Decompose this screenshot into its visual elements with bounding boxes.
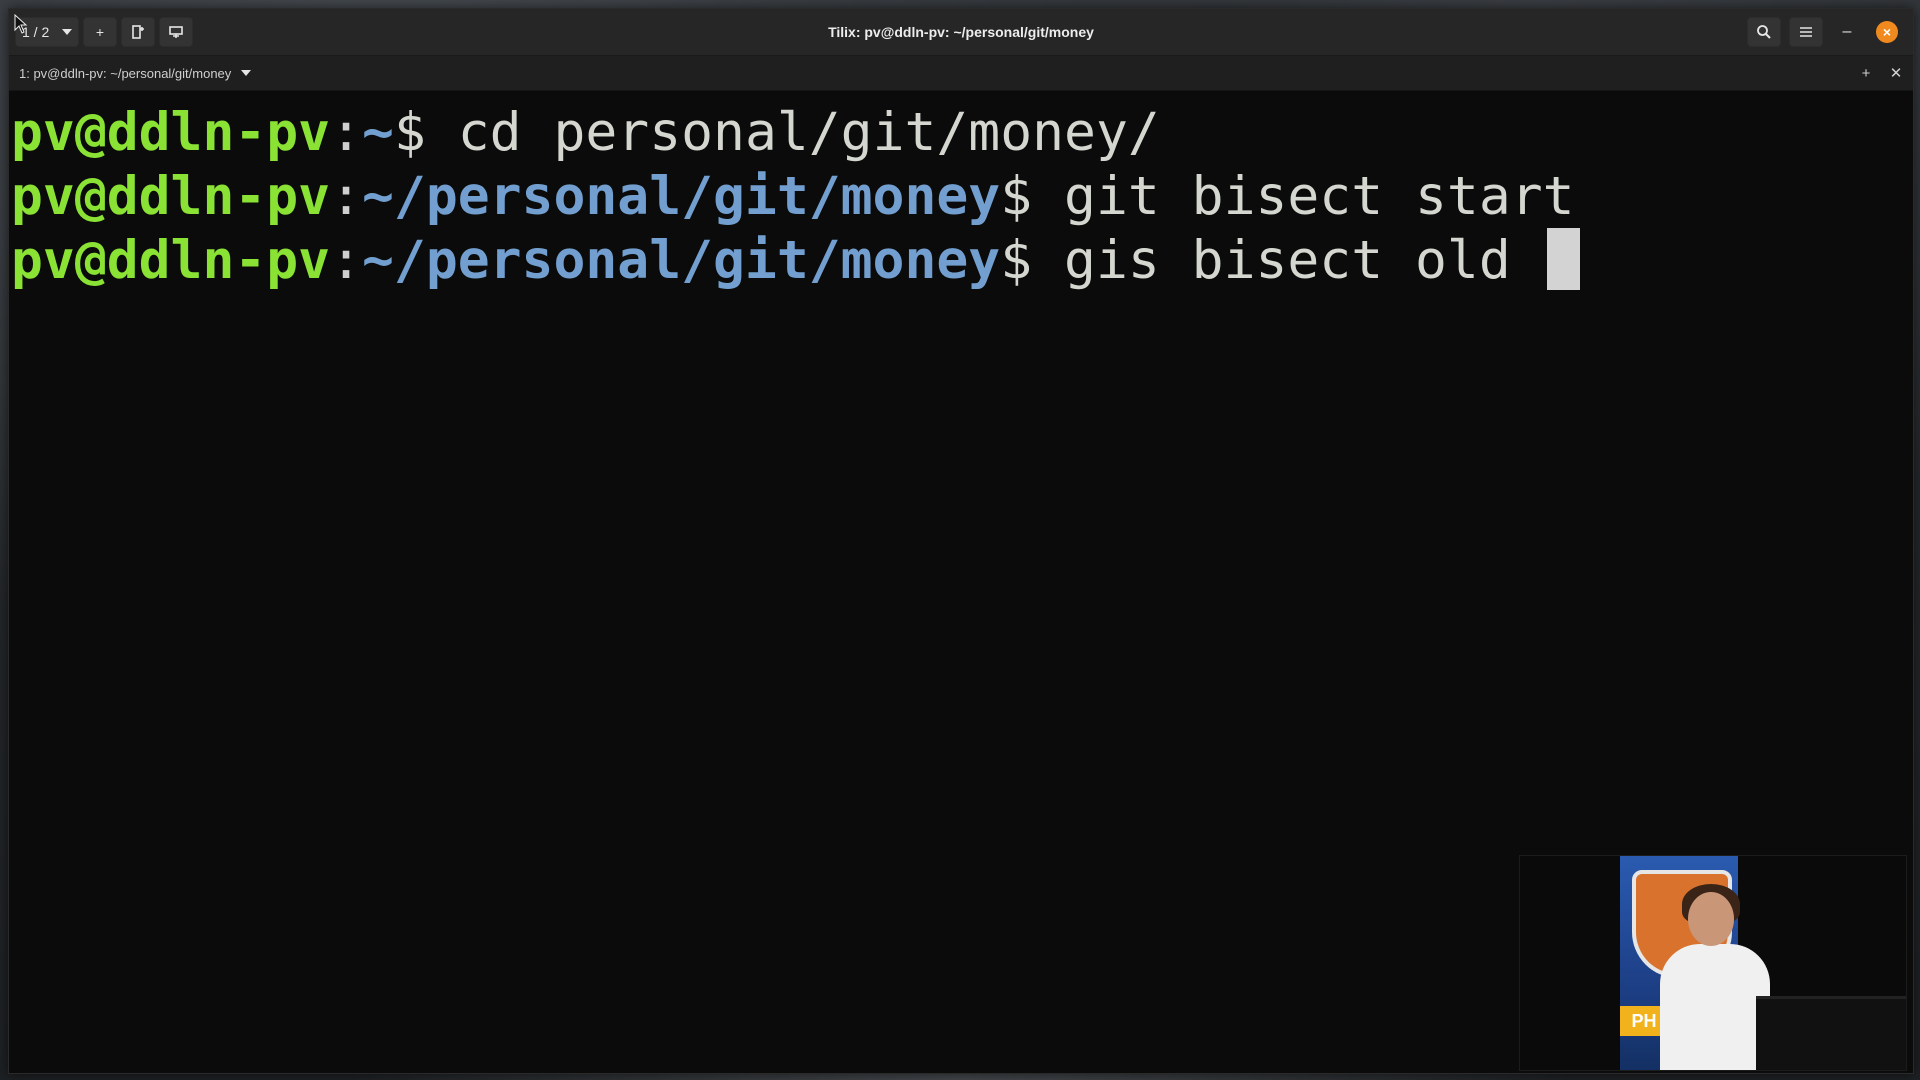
prompt-user: pv@ddln-pv xyxy=(11,166,331,227)
podium xyxy=(1756,996,1906,1070)
prompt-separator: : xyxy=(330,230,363,291)
command-text: git bisect start xyxy=(1064,166,1575,227)
command-text: gis bisect old xyxy=(1064,230,1543,291)
split-down-icon xyxy=(169,26,183,38)
title-bar: 1 / 2 + Tilix: pv@ddln-pv: ~/personal/gi… xyxy=(9,9,1913,56)
terminal-line: pv@ddln-pv:~/personal/git/money$ git bis… xyxy=(11,165,1913,229)
split-right-icon xyxy=(132,25,144,39)
search-icon xyxy=(1757,25,1771,39)
prompt-user: pv@ddln-pv xyxy=(11,102,331,163)
prompt-separator: : xyxy=(330,102,363,163)
prompt-path: ~ xyxy=(362,102,394,163)
plus-icon: + xyxy=(1861,64,1871,82)
close-window-button[interactable]: × xyxy=(1871,17,1903,47)
terminal-line: pv@ddln-pv:~$ cd personal/git/money/ xyxy=(11,101,1913,165)
maximize-terminal-button[interactable]: + xyxy=(1857,65,1875,82)
plus-icon: + xyxy=(95,24,105,40)
speaker-head xyxy=(1688,892,1734,946)
text-cursor xyxy=(1546,228,1580,291)
title-bar-left-controls: 1 / 2 + xyxy=(15,17,193,47)
prompt-path: ~/personal/git/money xyxy=(362,230,1001,291)
search-button[interactable] xyxy=(1747,17,1781,47)
add-terminal-down-button[interactable] xyxy=(159,17,193,47)
prompt-separator: : xyxy=(330,166,363,227)
prompt-symbol: $ xyxy=(393,102,458,163)
close-icon: × xyxy=(1876,21,1898,43)
terminal-tab-title-dropdown[interactable]: 1: pv@ddln-pv: ~/personal/git/money xyxy=(19,65,252,81)
add-terminal-button[interactable]: + xyxy=(83,17,117,47)
minimize-icon: – xyxy=(1842,23,1852,40)
speaker-body xyxy=(1660,944,1770,1070)
terminal-line: pv@ddln-pv:~/personal/git/money$ gis bis… xyxy=(11,228,1913,294)
add-terminal-right-button[interactable] xyxy=(121,17,155,47)
close-icon: ✕ xyxy=(1889,65,1903,82)
menu-button[interactable] xyxy=(1789,17,1823,47)
prompt-path: ~/personal/git/money xyxy=(362,166,1001,227)
terminal-tab-title: 1: pv@ddln-pv: ~/personal/git/money xyxy=(19,65,232,81)
chevron-down-icon xyxy=(241,70,252,76)
terminal-tab-controls: + ✕ xyxy=(1857,64,1905,83)
prompt-user: pv@ddln-pv xyxy=(11,230,331,291)
command-text: cd personal/git/money/ xyxy=(457,102,1160,163)
chevron-down-icon xyxy=(62,29,72,35)
title-bar-right-controls: – × xyxy=(1747,17,1903,47)
mouse-pointer-icon xyxy=(14,14,28,34)
window-title: Tilix: pv@ddln-pv: ~/personal/git/money xyxy=(828,24,1094,40)
prompt-symbol: $ xyxy=(1000,230,1065,291)
minimize-button[interactable]: – xyxy=(1831,17,1863,47)
close-terminal-button[interactable]: ✕ xyxy=(1887,64,1905,82)
speaker-video-overlay: PH xyxy=(1519,855,1907,1071)
terminal-tab-bar: 1: pv@ddln-pv: ~/personal/git/money + ✕ xyxy=(9,56,1913,91)
prompt-symbol: $ xyxy=(1000,166,1065,227)
hamburger-menu-icon xyxy=(1800,27,1812,37)
